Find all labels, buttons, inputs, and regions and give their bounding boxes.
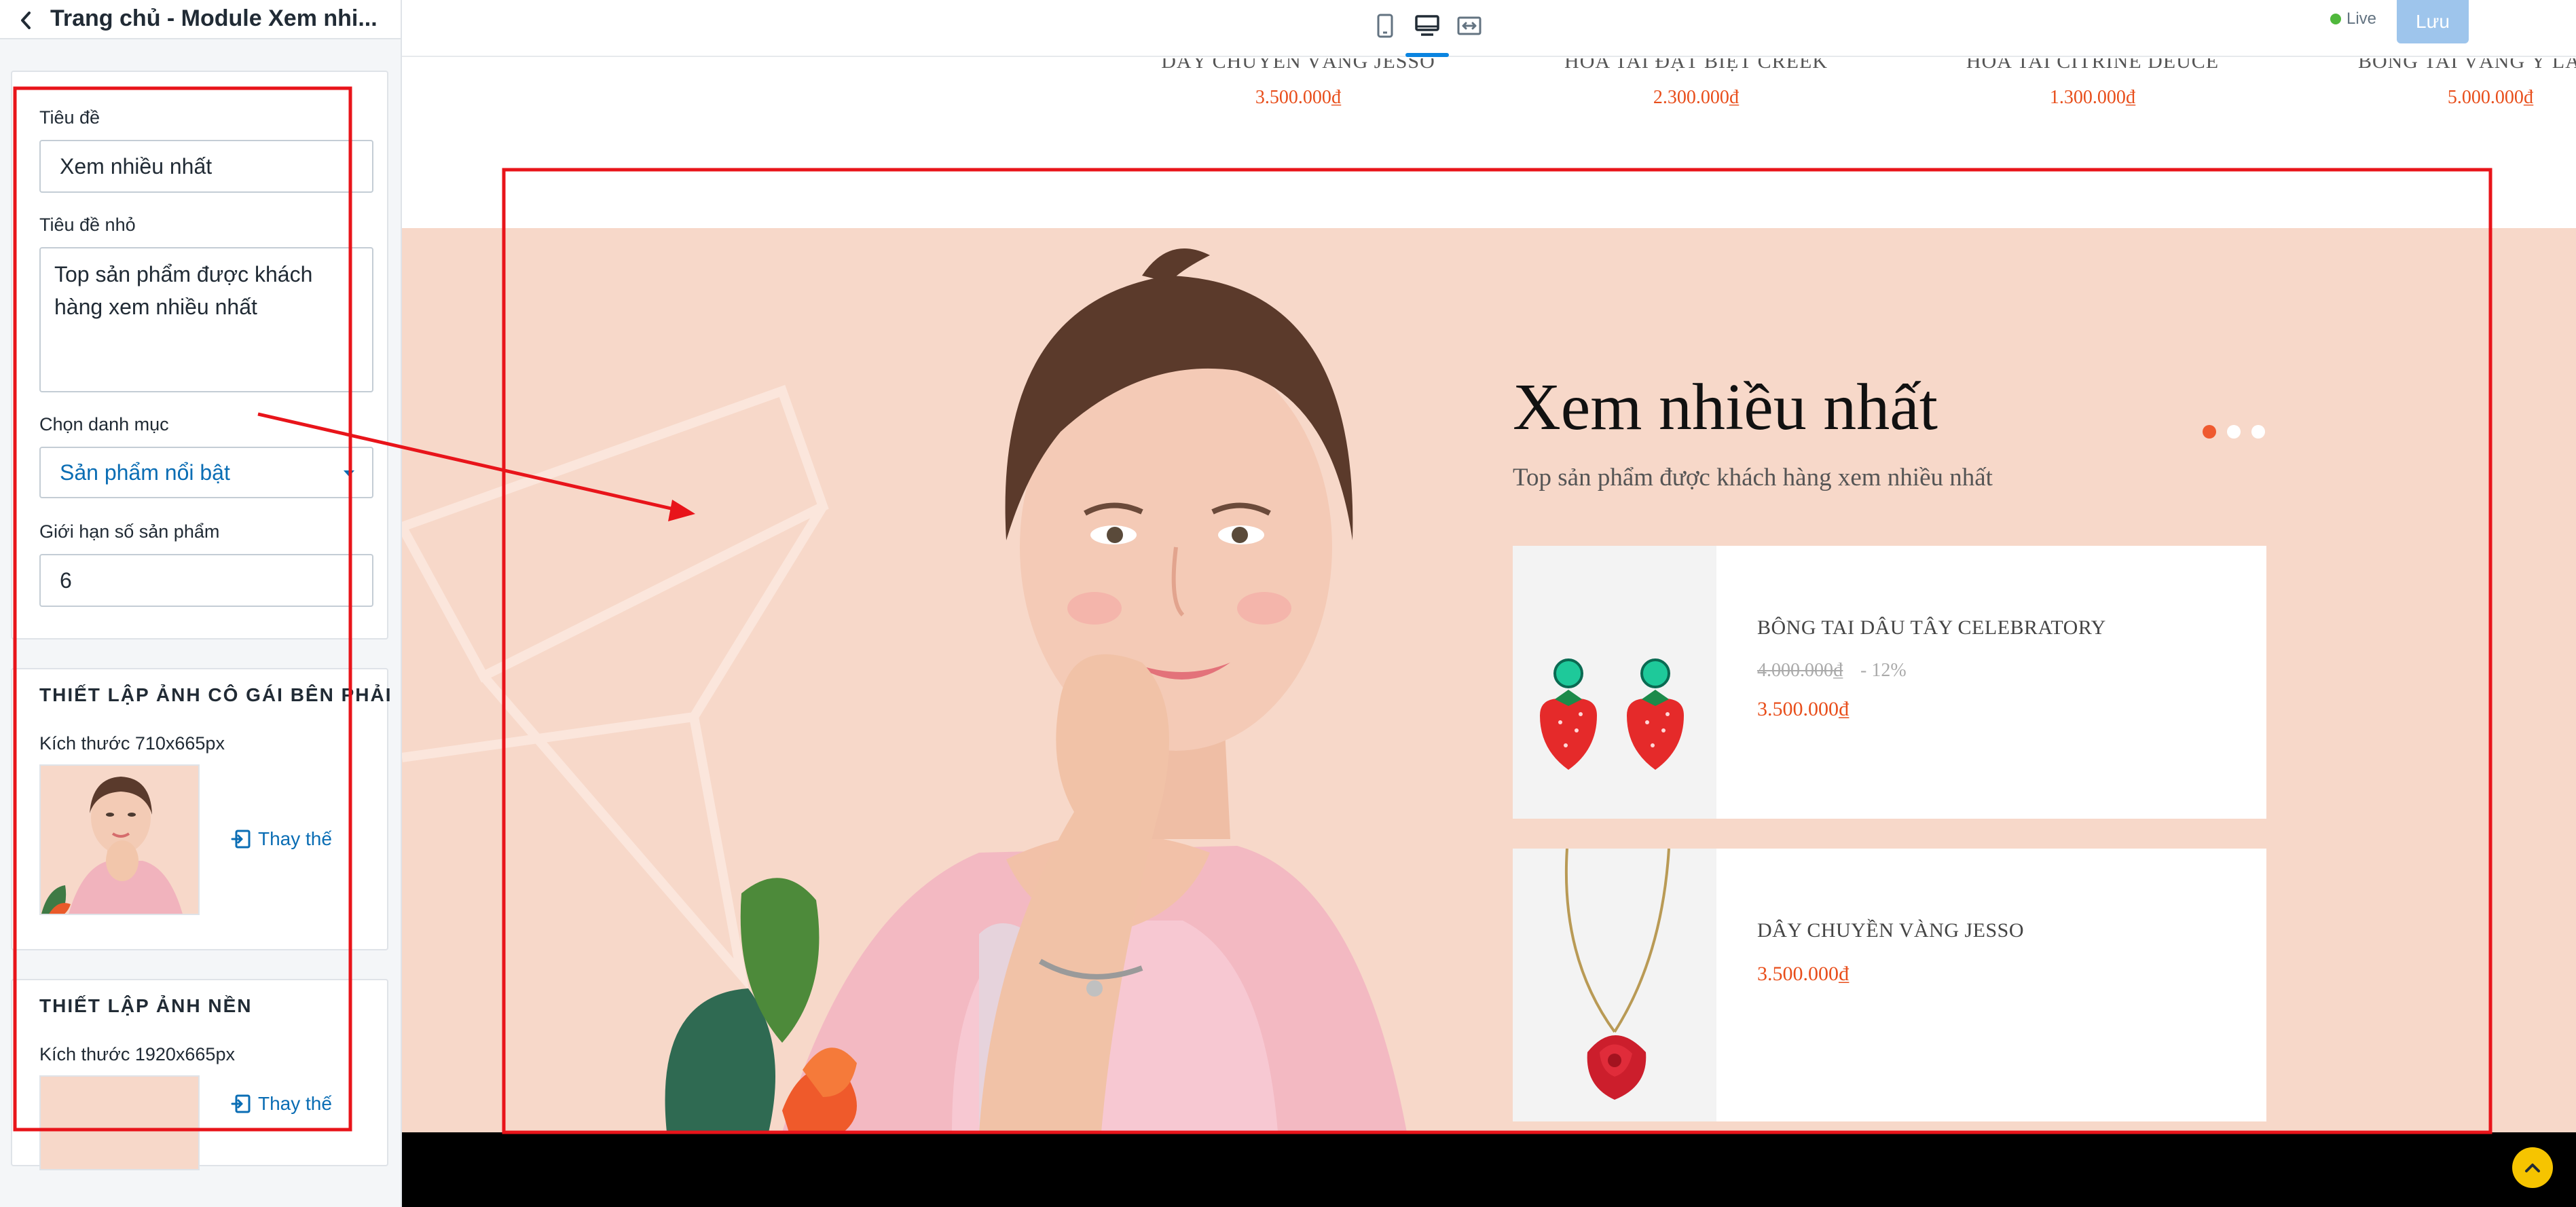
girl-image-size: Kích thước 710x665px — [39, 733, 225, 754]
background-image-settings-card: THIẾT LẬP ẢNH NỀN Kích thước 1920x665px … — [11, 979, 388, 1170]
live-status-label: Live — [2347, 10, 2377, 28]
back-button[interactable] — [12, 7, 39, 34]
category-select-value: Sản phẩm nổi bật — [60, 460, 230, 485]
editor-toolbar: Live Lưu — [402, 0, 2576, 57]
category-label: Chọn danh mục — [39, 414, 169, 434]
carousel-dot[interactable] — [2203, 425, 2216, 439]
live-status-dot-icon — [2330, 14, 2341, 24]
girl-image-settings-card: THIẾT LẬP ẢNH CÔ GÁI BÊN PHẢI Kích thước… — [11, 668, 391, 950]
replace-girl-image-button[interactable]: Thay thế — [231, 828, 332, 850]
top-product-price: 3.500.000₫ — [1255, 87, 1342, 108]
strawberry-earrings-image — [1513, 546, 1716, 819]
carousel-dots — [2203, 425, 2265, 439]
rose-necklace-image — [1513, 848, 1716, 1121]
product-limit-input[interactable]: 6 — [39, 554, 373, 607]
girl-image-thumbnail[interactable] — [39, 764, 200, 915]
chevron-up-icon — [2525, 1164, 2540, 1172]
scroll-to-top-button[interactable] — [2512, 1147, 2553, 1188]
section-subtitle: Top sản phẩm được khách hàng xem nhiều n… — [1513, 464, 1993, 491]
top-product-price: 1.300.000₫ — [2049, 87, 2136, 108]
product-image[interactable] — [1513, 546, 1716, 819]
category-select[interactable]: Sản phẩm nổi bật — [39, 447, 373, 498]
replace-background-image-label: Thay thế — [258, 1093, 332, 1114]
subtitle-label: Tiêu đề nhỏ — [39, 215, 136, 235]
background-image-thumbnail[interactable] — [39, 1075, 200, 1170]
most-viewed-section[interactable]: Xem nhiều nhất Top sản phẩm được khách h… — [402, 228, 2576, 1132]
module-title: Trang chủ - Module Xem nhi... — [50, 5, 378, 31]
top-product-price: 2.300.000₫ — [1653, 87, 1740, 108]
background-image-heading: THIẾT LẬP ẢNH NỀN — [39, 995, 253, 1016]
top-product-4[interactable]: BÔNG TAI VÀNG Ý LANTA 5.000.000₫ — [2341, 58, 2576, 109]
top-product-2[interactable]: HOA TAI ĐẶT BIỆT CREEK 2.300.000₫ — [1547, 58, 1845, 109]
fullwidth-icon — [1457, 16, 1482, 35]
top-product-name: HOA TAI ĐẶT BIỆT CREEK — [1564, 58, 1828, 73]
product-name[interactable]: DÂY CHUYỀN VÀNG JESSO — [1757, 919, 2024, 942]
top-product-name: HOA TAI CITRINE DEUCE — [1966, 58, 2220, 73]
fullwidth-view-button[interactable] — [1450, 7, 1488, 45]
dropdown-caret-icon — [344, 470, 354, 477]
product-old-price: 4.000.000₫ — [1757, 660, 1843, 681]
general-settings-card: Tiêu đề Xem nhiều nhất Tiêu đề nhỏ Top s… — [11, 71, 388, 639]
replace-girl-image-label: Thay thế — [258, 828, 332, 849]
chevron-left-icon — [21, 12, 31, 29]
product-image[interactable] — [1513, 848, 1716, 1121]
product-price: 3.500.000₫ — [1757, 963, 1850, 985]
background-image-size: Kích thước 1920x665px — [39, 1044, 235, 1064]
top-product-1[interactable]: DÂY CHUYỀN VÀNG JESSO 3.500.000₫ — [1149, 58, 1448, 109]
top-product-name: BÔNG TAI VÀNG Ý LANTA — [2357, 58, 2576, 73]
store-preview: DÂY CHUYỀN VÀNG JESSO 3.500.000₫ HOA TAI… — [402, 58, 2576, 1207]
editor-sidebar: Trang chủ - Module Xem nhi... Tiêu đề Xe… — [0, 0, 402, 1207]
save-button[interactable]: Lưu — [2397, 0, 2469, 43]
girl-image-heading: THIẾT LẬP ẢNH CÔ GÁI BÊN PHẢI — [39, 684, 392, 705]
model-photo — [665, 248, 1407, 1132]
carousel-dot[interactable] — [2227, 425, 2241, 439]
title-input[interactable]: Xem nhiều nhất — [39, 140, 373, 193]
footer-band — [402, 1132, 2576, 1207]
replace-icon — [231, 830, 251, 849]
desktop-icon — [1415, 15, 1439, 36]
limit-label: Giới hạn số sản phẩm — [39, 521, 220, 542]
sidebar-header: Trang chủ - Module Xem nhi... — [0, 0, 401, 39]
carousel-dot[interactable] — [2251, 425, 2265, 439]
product-discount: - 12% — [1860, 660, 1907, 681]
top-product-3[interactable]: HOA TAI CITRINE DEUCE 1.300.000₫ — [1943, 58, 2242, 109]
product-price: 3.500.000₫ — [1757, 698, 1850, 720]
subtitle-textarea[interactable]: Top sản phẩm được khách hàng xem nhiều n… — [39, 247, 373, 392]
mobile-icon — [1377, 14, 1393, 38]
section-title: Xem nhiều nhất — [1513, 371, 1938, 444]
replace-icon — [231, 1094, 251, 1113]
product-name[interactable]: BÔNG TAI DÂU TÂY CELEBRATORY — [1757, 616, 2106, 639]
product-card[interactable]: DÂY CHUYỀN VÀNG JESSO 3.500.000₫ — [1513, 848, 2266, 1121]
live-status: Live — [2330, 10, 2376, 29]
mobile-view-button[interactable] — [1366, 7, 1404, 45]
top-product-price: 5.000.000₫ — [2447, 87, 2534, 108]
replace-background-image-button[interactable]: Thay thế — [231, 1093, 332, 1115]
product-card[interactable]: BÔNG TAI DÂU TÂY CELEBRATORY 4.000.000₫ … — [1513, 546, 2266, 819]
desktop-view-button[interactable] — [1408, 7, 1446, 45]
title-label: Tiêu đề — [39, 107, 100, 128]
top-product-name: DÂY CHUYỀN VÀNG JESSO — [1161, 58, 1435, 73]
active-device-indicator — [1405, 53, 1449, 57]
